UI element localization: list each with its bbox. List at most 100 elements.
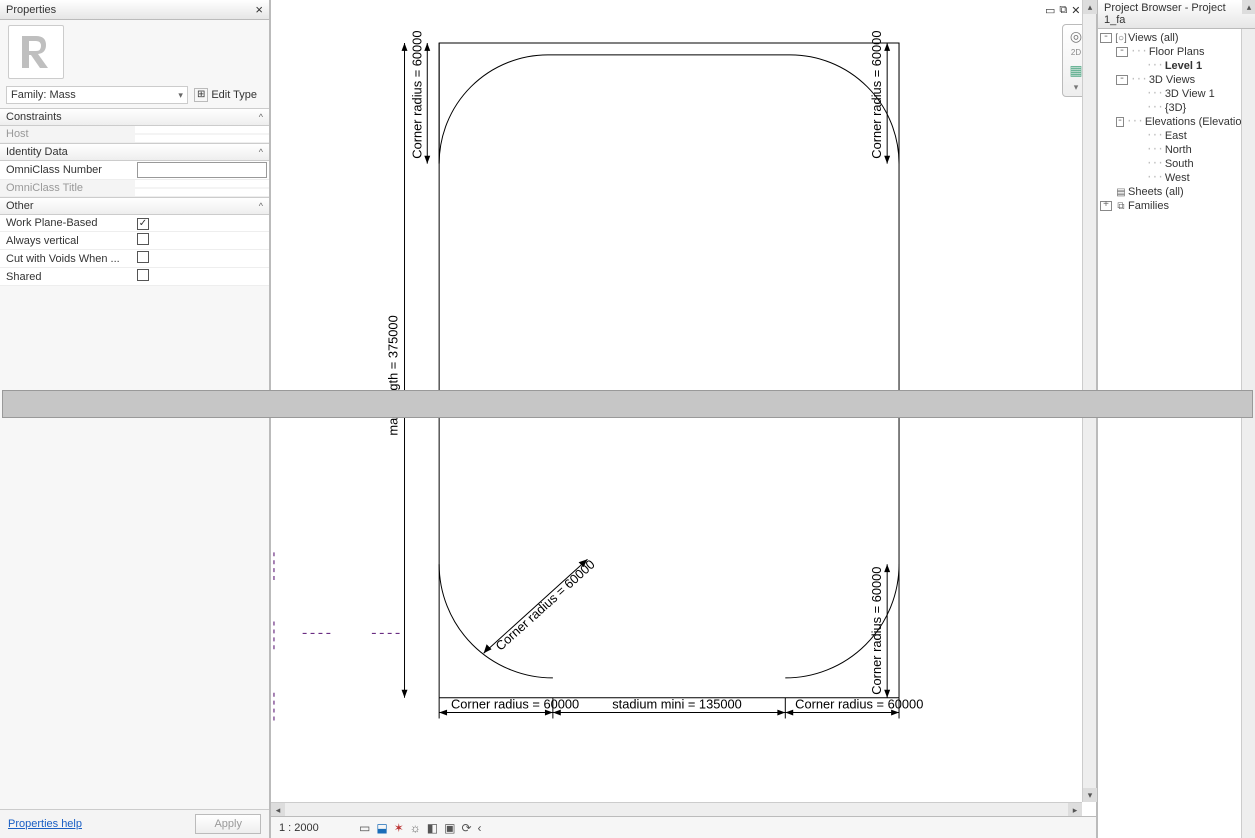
drawing-canvas[interactable]: ▭ ⧉ ✕ ▾ ◎ 2D ▦ ▾ (270, 0, 1097, 838)
tree-label: Level 1 (1165, 60, 1202, 72)
scroll-thumb[interactable] (2, 390, 1253, 418)
prop-checkbox[interactable]: ✓ (137, 218, 149, 230)
dim-corner-tr: Corner radius = 60000 (869, 31, 884, 159)
view-control-bar: 1 : 2000 ▭ ⬓ ✶ ☼ ◧ ▣ ⟳ ‹ (271, 816, 1096, 838)
tree-item[interactable]: ···3D View 1 (1098, 87, 1241, 101)
tree-label: Views (all) (1128, 32, 1179, 44)
project-browser-title-bar[interactable]: Project Browser - Project 1_fa (1098, 0, 1255, 29)
prop-checkbox[interactable] (137, 233, 149, 245)
scroll-up-icon[interactable]: ▴ (1242, 0, 1255, 14)
tree-toggle-icon[interactable]: - (1116, 117, 1124, 127)
collapse-icon: ^ (259, 201, 263, 211)
tree-label: East (1165, 130, 1187, 142)
dim-corner-bottom-right: Corner radius = 60000 (795, 697, 923, 712)
prop-row: Cut with Voids When ... (0, 250, 269, 268)
prop-row: OmniClass Title (0, 180, 269, 197)
prop-group-header[interactable]: Other^ (0, 197, 269, 215)
tree-label: Elevations (Elevation (1145, 116, 1241, 128)
crop-icon[interactable]: ▣ (444, 821, 455, 835)
browser-scroll-vertical[interactable]: ▴ (1241, 29, 1255, 838)
visual-style-icon[interactable]: ✶ (394, 821, 404, 835)
tree-label: South (1165, 158, 1194, 170)
dim-corner-bl-diag: Corner radius = 60000 (492, 557, 597, 654)
more-left-icon[interactable]: ‹ (478, 821, 482, 835)
view-scale[interactable]: 1 : 2000 (279, 822, 349, 834)
project-browser-title: Project Browser - Project 1_fa (1104, 2, 1249, 26)
tree-label: Families (1128, 200, 1169, 212)
tree-label: 3D View 1 (1165, 88, 1215, 100)
collapse-icon: ^ (259, 147, 263, 157)
tree-label: {3D} (1165, 102, 1186, 114)
prop-key: OmniClass Title (0, 180, 135, 196)
tree-item[interactable]: -···Floor Plans (1098, 45, 1241, 59)
prop-row: Shared (0, 268, 269, 286)
close-icon[interactable]: × (255, 2, 263, 17)
family-label: Family: Mass (11, 89, 76, 101)
prop-group-header[interactable]: Constraints^ (0, 108, 269, 126)
scroll-up-icon[interactable]: ▴ (1083, 0, 1097, 14)
family-type-selector[interactable]: Family: Mass ▾ (6, 86, 188, 104)
tree-item[interactable]: -···3D Views (1098, 73, 1241, 87)
project-browser-panel: Project Browser - Project 1_fa -[○]Views… (1097, 0, 1255, 838)
shadows-icon[interactable]: ◧ (427, 821, 438, 835)
tree-toggle-icon[interactable]: - (1116, 75, 1128, 85)
prop-key: Host (0, 126, 135, 142)
tree-item[interactable]: ···{3D} (1098, 101, 1241, 115)
tree-item[interactable]: ···North (1098, 143, 1241, 157)
properties-panel: Properties × Family: Mass ▾ ⊞ Edit Type … (0, 0, 270, 838)
tree-label: West (1165, 172, 1190, 184)
prop-key: Shared (0, 269, 135, 285)
prop-key: Work Plane-Based (0, 215, 135, 231)
dim-stadium-mini: stadium mini = 135000 (612, 697, 742, 712)
properties-title-bar[interactable]: Properties × (0, 0, 269, 20)
tree-node-icon: ▤ (1114, 187, 1128, 198)
scroll-left-icon[interactable]: ◂ (271, 803, 285, 817)
tree-toggle-icon[interactable]: + (1100, 201, 1112, 211)
tree-item[interactable]: ···South (1098, 157, 1241, 171)
dim-corner-tl: Corner radius = 60000 (409, 31, 424, 159)
dim-corner-bottom-left: Corner radius = 60000 (451, 697, 579, 712)
tree-item[interactable]: ▤Sheets (all) (1098, 185, 1241, 199)
tree-item[interactable]: ···East (1098, 129, 1241, 143)
prop-text-input[interactable] (137, 162, 267, 178)
tree-label: North (1165, 144, 1192, 156)
prop-checkbox[interactable] (137, 269, 149, 281)
revit-logo-icon (8, 25, 64, 79)
edit-type-icon: ⊞ (194, 88, 208, 102)
prop-key: Cut with Voids When ... (0, 251, 135, 267)
type-preview (0, 20, 269, 84)
prop-group-header[interactable]: Identity Data^ (0, 143, 269, 161)
tree-item[interactable]: -[○]Views (all) (1098, 31, 1241, 45)
prop-row: Always vertical (0, 232, 269, 250)
scroll-right-icon[interactable]: ▸ (1068, 803, 1082, 817)
prop-checkbox[interactable] (137, 251, 149, 263)
model-graphics-icon[interactable]: ▭ (359, 821, 370, 835)
tree-label: 3D Views (1149, 74, 1195, 86)
prop-row: OmniClass Number (0, 161, 269, 180)
tree-item[interactable]: ···West (1098, 171, 1241, 185)
chevron-down-icon: ▾ (178, 90, 183, 101)
stadium-outline (439, 43, 899, 164)
tree-item[interactable]: +⧉Families (1098, 199, 1241, 213)
tree-label: Sheets (all) (1128, 186, 1184, 198)
show-hidden-icon[interactable]: ⟳ (461, 821, 471, 835)
tree-item[interactable]: -···Elevations (Elevation (1098, 115, 1241, 129)
detail-level-icon[interactable]: ⬓ (376, 821, 387, 835)
apply-button[interactable]: Apply (195, 814, 261, 834)
tree-toggle-icon[interactable]: - (1100, 33, 1112, 43)
scroll-down-icon[interactable]: ▾ (1083, 788, 1097, 802)
project-tree[interactable]: -[○]Views (all)-···Floor Plans···Level 1… (1098, 29, 1241, 838)
collapse-icon: ^ (259, 112, 263, 122)
sunpath-icon[interactable]: ☼ (410, 821, 421, 835)
prop-row: Host (0, 126, 269, 143)
prop-key: Always vertical (0, 233, 135, 249)
tree-item[interactable]: ···Level 1 (1098, 59, 1241, 73)
edit-type-button[interactable]: ⊞ Edit Type (188, 86, 263, 104)
canvas-scroll-horizontal[interactable]: ◂ ▸ (271, 802, 1082, 816)
dim-corner-br: Corner radius = 60000 (869, 567, 884, 695)
prop-row: Work Plane-Based✓ (0, 215, 269, 232)
tree-label: Floor Plans (1149, 46, 1205, 58)
properties-help-link[interactable]: Properties help (8, 818, 82, 830)
tree-toggle-icon[interactable]: - (1116, 47, 1128, 57)
properties-title: Properties (6, 4, 56, 16)
